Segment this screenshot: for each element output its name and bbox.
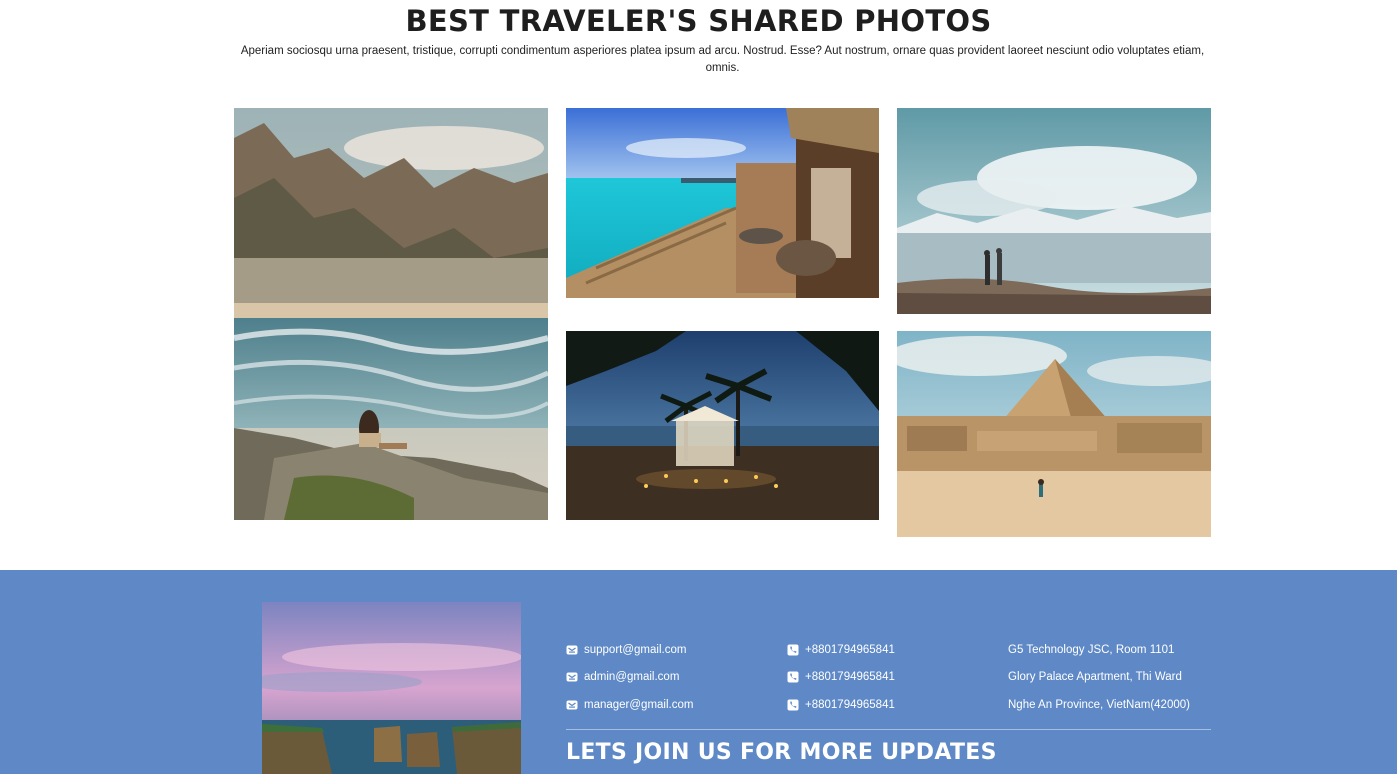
footer-coast-photo: [262, 602, 521, 774]
email-text: admin@gmail.com: [584, 671, 680, 684]
phone-list: +8801794965841 +8801794965841 +880179496…: [787, 636, 895, 719]
phone-icon: [787, 699, 799, 711]
footer-divider: [566, 729, 1211, 730]
phone-text: +8801794965841: [805, 671, 895, 684]
photo-coast-mountains[interactable]: [234, 108, 548, 520]
photo-overwater-deck[interactable]: [566, 108, 879, 298]
phone-icon: [787, 671, 799, 683]
email-row[interactable]: support@gmail.com: [566, 636, 693, 664]
address-line: G5 Technology JSC, Room 1101: [1008, 636, 1190, 664]
phone-row[interactable]: +8801794965841: [787, 636, 895, 664]
email-text: support@gmail.com: [584, 643, 687, 656]
footer: support@gmail.com admin@gmail.com manage…: [0, 570, 1397, 774]
phone-row[interactable]: +8801794965841: [787, 664, 895, 692]
envelope-icon: [566, 671, 578, 683]
gallery-section: BEST TRAVELER'S SHARED PHOTOS Aperiam so…: [0, 0, 1397, 570]
envelope-icon: [566, 699, 578, 711]
gallery-subtitle: Aperiam sociosqu urna praesent, tristiqu…: [240, 45, 1205, 74]
address-text: Glory Palace Apartment, Thi Ward: [1008, 671, 1182, 684]
photo-pyramid[interactable]: [897, 331, 1211, 537]
address-block: G5 Technology JSC, Room 1101 Glory Palac…: [1008, 636, 1190, 719]
photo-lake-couple[interactable]: [897, 108, 1211, 314]
address-line: Nghe An Province, VietNam(42000): [1008, 691, 1190, 719]
email-row[interactable]: admin@gmail.com: [566, 664, 693, 692]
email-text: manager@gmail.com: [584, 698, 694, 711]
email-row[interactable]: manager@gmail.com: [566, 691, 693, 719]
email-list: support@gmail.com admin@gmail.com manage…: [566, 636, 693, 719]
gallery-title: BEST TRAVELER'S SHARED PHOTOS: [405, 4, 992, 38]
join-title: LETS JOIN US FOR MORE UPDATES: [566, 740, 997, 765]
phone-icon: [787, 644, 799, 656]
phone-text: +8801794965841: [805, 698, 895, 711]
phone-text: +8801794965841: [805, 643, 895, 656]
phone-row[interactable]: +8801794965841: [787, 691, 895, 719]
envelope-icon: [566, 644, 578, 656]
address-text: Nghe An Province, VietNam(42000): [1008, 698, 1190, 711]
address-line: Glory Palace Apartment, Thi Ward: [1008, 664, 1190, 692]
address-text: G5 Technology JSC, Room 1101: [1008, 643, 1175, 656]
photo-beach-night[interactable]: [566, 331, 879, 520]
